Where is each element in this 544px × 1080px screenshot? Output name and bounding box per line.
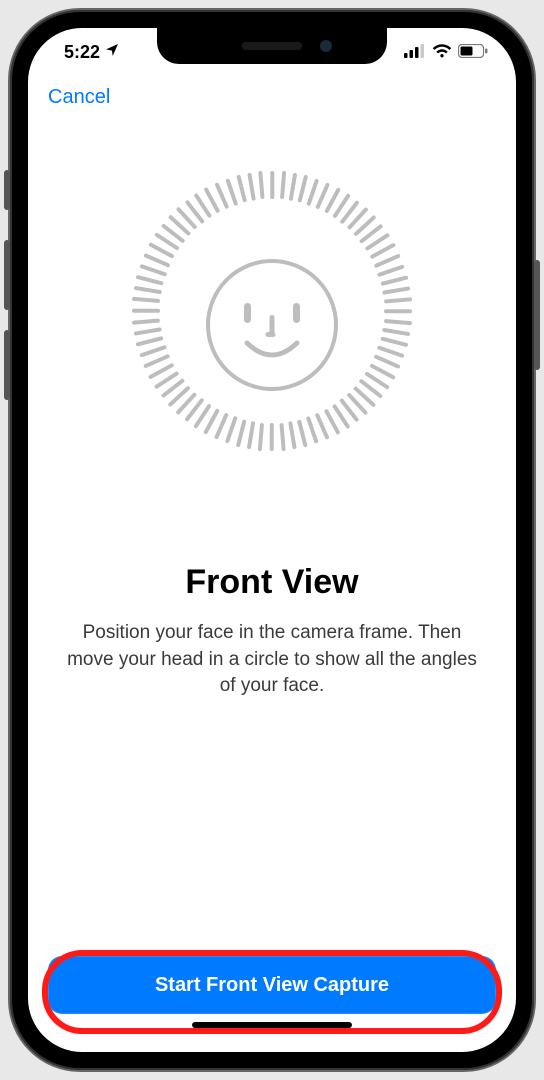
battery-icon (458, 42, 488, 63)
volume-down-button (4, 330, 10, 400)
start-capture-button[interactable]: Start Front View Capture (48, 956, 496, 1014)
face-eye-icon (244, 303, 251, 323)
power-button (534, 260, 540, 370)
silence-switch (4, 170, 10, 210)
home-indicator[interactable] (192, 1022, 352, 1028)
page-subtitle: Position your face in the camera frame. … (58, 620, 486, 700)
face-outline-icon (206, 259, 338, 391)
face-eye-icon (293, 303, 300, 323)
status-time: 5:22 (64, 42, 100, 63)
page-title: Front View (185, 563, 358, 602)
location-services-icon (104, 42, 120, 63)
wifi-icon (432, 42, 452, 63)
face-nose-icon (270, 315, 275, 335)
content: Front View Position your face in the cam… (28, 119, 516, 956)
cellular-signal-icon (404, 42, 426, 63)
phone-frame: 5:22 (10, 10, 534, 1070)
volume-up-button (4, 240, 10, 310)
cancel-button[interactable]: Cancel (48, 86, 110, 108)
face-capture-area (102, 155, 442, 495)
notch (157, 28, 387, 64)
screen: 5:22 (28, 28, 516, 1052)
face-smile-icon (242, 339, 302, 363)
nav-bar: Cancel (28, 76, 516, 119)
bottom-bar: Start Front View Capture (28, 956, 516, 1052)
